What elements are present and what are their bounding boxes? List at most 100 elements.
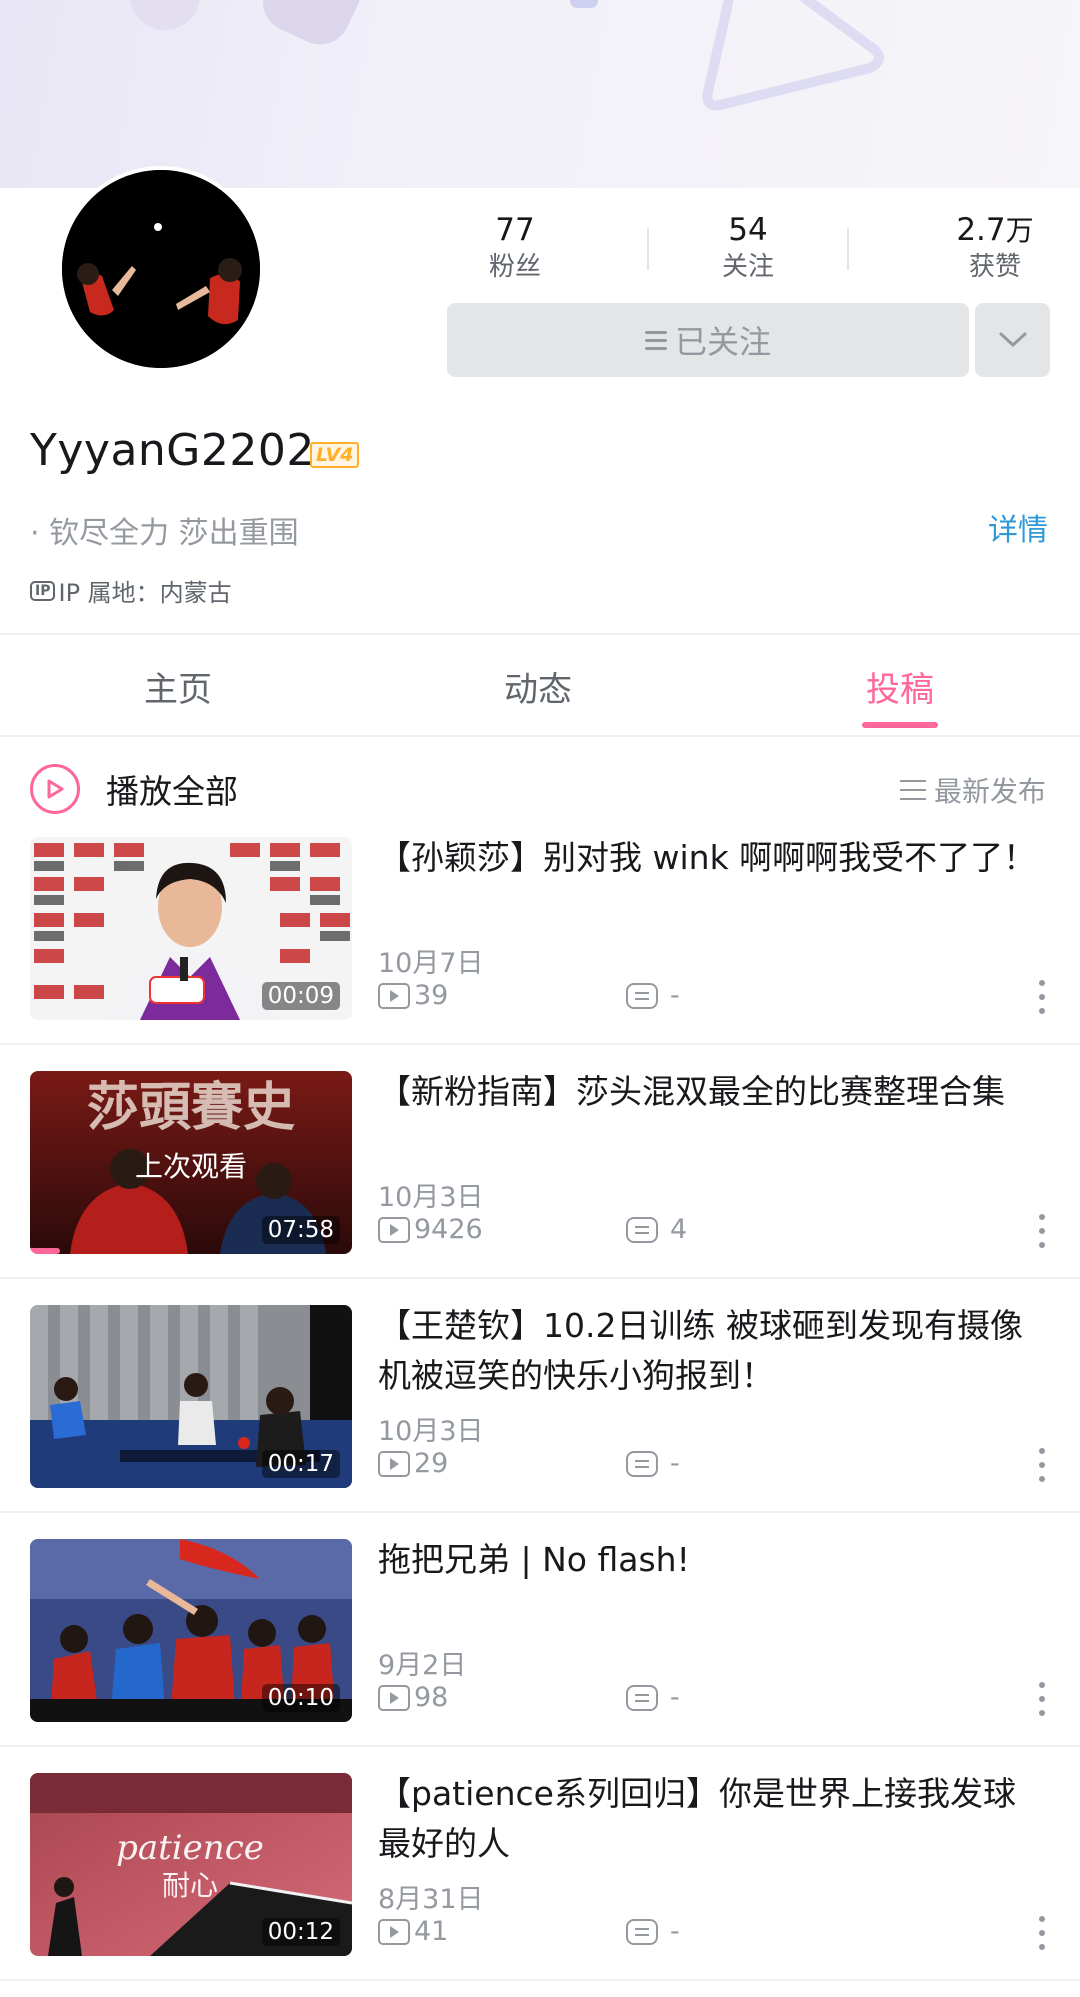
divider [0, 735, 1080, 737]
video-title[interactable]: 【patience系列回归】你是世界上接我发球最好的人 [378, 1769, 1038, 1869]
video-meta: 39 - [378, 980, 1058, 1014]
tab-uploads[interactable]: 投稿 [800, 662, 1000, 711]
likes-stat[interactable]: 2.7万 获赞 [920, 212, 1070, 283]
divider [0, 1745, 1080, 1747]
play-all-button[interactable]: 播放全部 [30, 764, 238, 814]
comment-count: - [626, 1682, 680, 1713]
video-duration: 00:10 [261, 1684, 340, 1712]
watch-progress-bar [30, 1248, 60, 1254]
play-count-value: 98 [414, 1682, 449, 1713]
divider [0, 1979, 1080, 1981]
video-thumbnail[interactable]: 00:17 [30, 1305, 352, 1488]
play-count-value: 39 [414, 980, 449, 1011]
detail-link[interactable]: 详情 [988, 505, 1048, 549]
play-count-icon [378, 1216, 410, 1243]
play-count: 41 [378, 1916, 448, 1947]
comment-icon [626, 1450, 658, 1477]
svg-text:patience: patience [116, 1828, 264, 1868]
video-thumbnail[interactable]: 莎頭賽史 上次观看 07:58 [30, 1071, 352, 1254]
more-options-icon[interactable] [1038, 1916, 1046, 1950]
profile-banner [0, 0, 1080, 188]
svg-text:莎頭賽史: 莎頭賽史 [87, 1077, 295, 1138]
more-options-icon[interactable] [1038, 1448, 1046, 1482]
sort-button[interactable]: 最新发布 [899, 770, 1046, 810]
play-count-icon [378, 1450, 410, 1477]
more-options-icon[interactable] [1038, 1214, 1046, 1248]
play-circle-icon [30, 764, 80, 814]
video-title[interactable]: 【王楚钦】10.2日训练 被球砸到发现有摄像机被逗笑的快乐小狗报到！ [378, 1301, 1038, 1401]
last-watched-label: 上次观看 [134, 1150, 247, 1183]
comment-count-value: - [670, 1448, 680, 1479]
divider [0, 633, 1080, 635]
play-count-value: 41 [414, 1916, 449, 1947]
tab-home[interactable]: 主页 [78, 662, 278, 711]
banner-decoration [253, 0, 377, 55]
menu-lines-icon [644, 330, 667, 350]
video-thumbnail[interactable]: patience 耐心 00:12 [30, 1773, 352, 1956]
following-stat[interactable]: 54 关注 [673, 212, 823, 283]
video-meta: 41 - [378, 1916, 1058, 1950]
following-count: 54 [728, 212, 768, 248]
comment-count: - [626, 1448, 680, 1479]
banner-decoration [702, 0, 884, 111]
followed-button[interactable]: 已关注 [447, 303, 969, 377]
active-tab-indicator [862, 722, 938, 728]
video-item[interactable]: 00:17 【王楚钦】10.2日训练 被球砸到发现有摄像机被逗笑的快乐小狗报到！… [0, 1305, 1080, 1539]
video-title[interactable]: 【孙颖莎】别对我 wink 啊啊啊我受不了了！ [378, 833, 1038, 883]
play-count: 39 [378, 980, 448, 1011]
ip-badge-icon: IP [30, 580, 56, 601]
sort-label: 最新发布 [933, 775, 1046, 808]
more-options-icon[interactable] [1038, 1682, 1046, 1716]
video-item[interactable]: 00:09 【孙颖莎】别对我 wink 啊啊啊我受不了了！ 10月7日 39 - [0, 837, 1080, 1071]
sort-lines-icon [899, 780, 926, 800]
divider [0, 1043, 1080, 1045]
play-count-icon [378, 982, 410, 1009]
video-thumbnail[interactable]: 00:10 [30, 1539, 352, 1722]
video-item[interactable]: 莎頭賽史 上次观看 07:58 【新粉指南】莎头混双最全的比赛整理合集 10月3… [0, 1071, 1080, 1305]
fans-stat[interactable]: 77 粉丝 [440, 212, 590, 283]
comment-count-value: - [670, 1916, 680, 1947]
play-count: 98 [378, 1682, 448, 1713]
play-count-icon [378, 1918, 410, 1945]
comment-count-value: - [670, 1682, 680, 1713]
video-item[interactable]: 00:10 拖把兄弟 | No flash! 9月2日 98 - [0, 1539, 1080, 1773]
video-date: 10月3日 [378, 1182, 484, 1213]
play-count: 9426 [378, 1214, 483, 1245]
video-duration: 00:12 [261, 1918, 340, 1946]
video-date: 8月31日 [378, 1884, 484, 1915]
video-item[interactable]: patience 耐心 00:12 【patience系列回归】你是世界上接我发… [0, 1773, 1080, 1997]
comment-icon [626, 1684, 658, 1711]
followed-button-label: 已关注 [674, 323, 771, 361]
more-options-icon[interactable] [1038, 980, 1046, 1014]
tab-dynamics[interactable]: 动态 [438, 662, 638, 711]
comment-count: - [626, 1916, 680, 1947]
video-date: 10月3日 [378, 1416, 484, 1447]
video-date: 10月7日 [378, 948, 484, 979]
video-meta: 98 - [378, 1682, 1058, 1716]
comment-count-value: - [670, 980, 680, 1011]
divider [0, 1277, 1080, 1279]
video-duration: 07:58 [261, 1216, 340, 1244]
username: YyyanG2202 [30, 425, 315, 476]
video-date: 9月2日 [378, 1650, 467, 1681]
video-thumbnail[interactable]: 00:09 [30, 837, 352, 1020]
divider [0, 1511, 1080, 1513]
stat-divider [847, 228, 849, 270]
fans-label: 粉丝 [488, 252, 541, 282]
likes-count: 2.7万 [956, 212, 1034, 248]
ip-location: IP IP 属地：内蒙古 [30, 573, 232, 608]
play-all-label: 播放全部 [106, 772, 238, 811]
follow-options-button[interactable] [975, 303, 1050, 377]
play-count-value: 9426 [414, 1214, 483, 1245]
comment-count: - [626, 980, 680, 1011]
video-title[interactable]: 拖把兄弟 | No flash! [378, 1535, 1038, 1585]
ip-location-text: IP 属地：内蒙古 [58, 579, 232, 607]
avatar[interactable] [58, 166, 264, 372]
banner-decoration [130, 0, 200, 30]
signature: · 钦尽全力 莎出重围 [30, 516, 299, 551]
svg-text:耐心: 耐心 [162, 1869, 218, 1902]
profile-stats: 77 粉丝 54 关注 2.7万 获赞 [440, 212, 1060, 282]
following-label: 关注 [721, 252, 774, 282]
level-badge: LV4 [310, 442, 360, 468]
video-title[interactable]: 【新粉指南】莎头混双最全的比赛整理合集 [378, 1067, 1038, 1117]
